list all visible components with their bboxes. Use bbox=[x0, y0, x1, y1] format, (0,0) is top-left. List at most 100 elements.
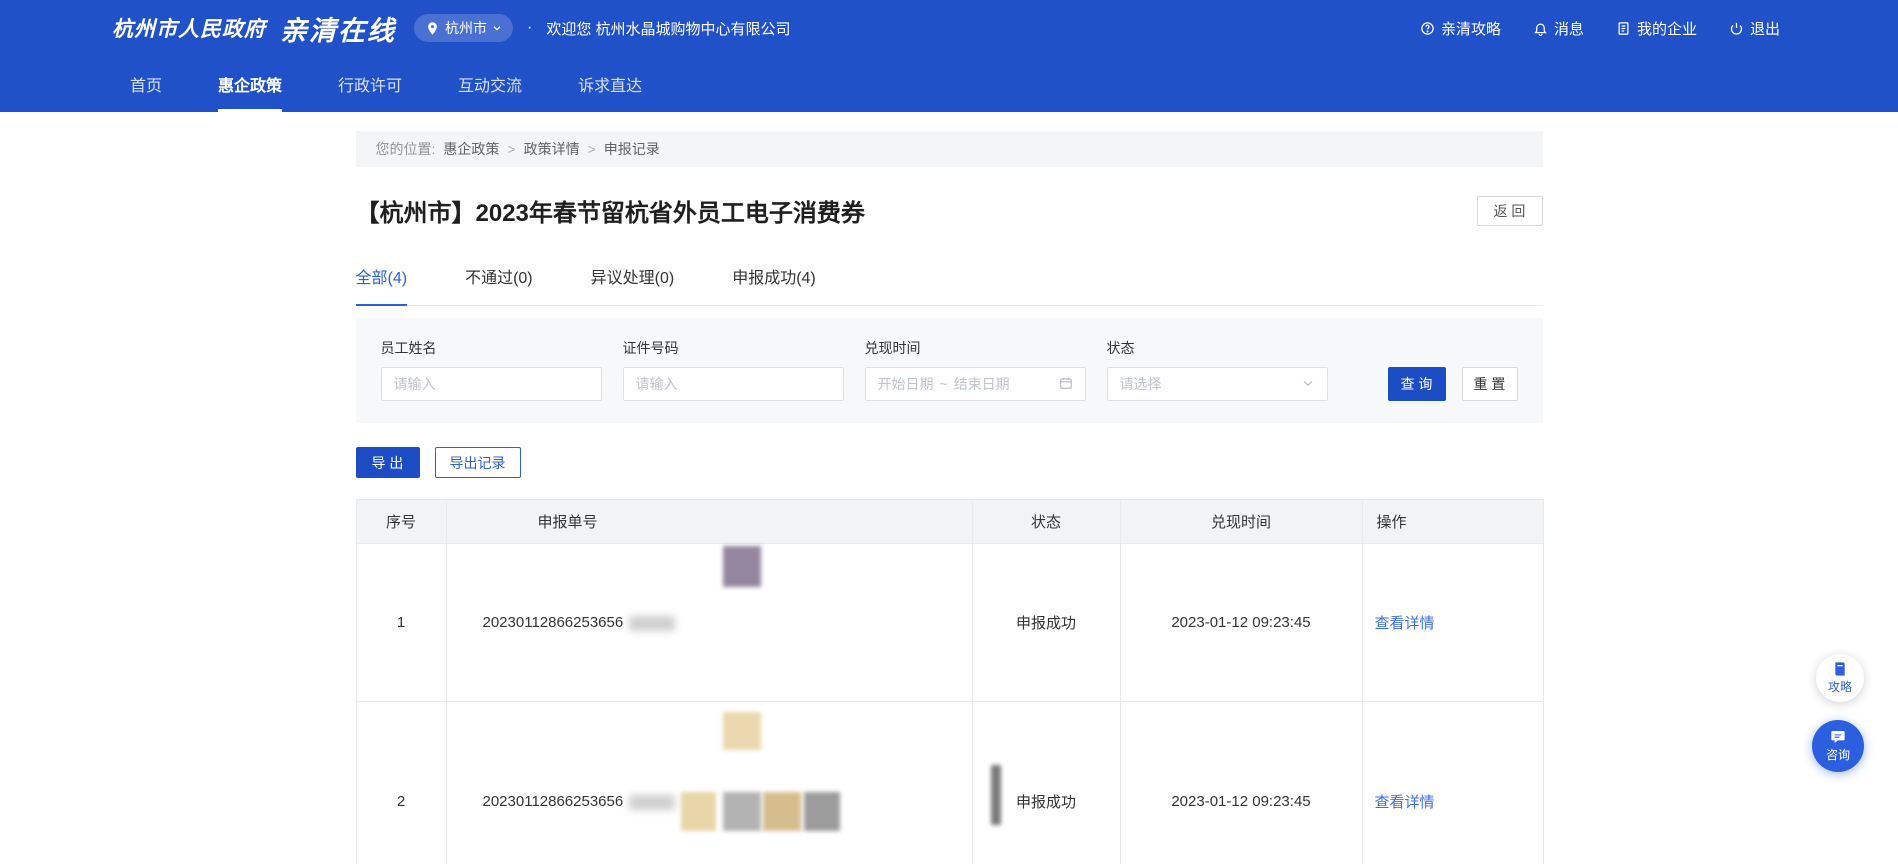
view-detail-link[interactable]: 查看详情 bbox=[1375, 794, 1435, 811]
cell-order-no: 20230112866253656 bbox=[446, 544, 972, 702]
nav-item-policies[interactable]: 惠企政策 bbox=[218, 56, 282, 112]
order-number: 20230112866253656 bbox=[483, 614, 624, 631]
breadcrumb-item-policy-detail[interactable]: 政策详情 bbox=[524, 139, 580, 159]
cell-status: 申报成功 bbox=[972, 544, 1120, 702]
company-name: 杭州水晶城购物中心有限公司 bbox=[596, 21, 791, 38]
status-label: 状态 bbox=[1107, 338, 1328, 358]
cell-order-no: 20230112866253656 bbox=[446, 702, 972, 864]
guide-link[interactable]: 亲清攻略 bbox=[1420, 18, 1501, 39]
tab-success[interactable]: 申报成功(4) bbox=[732, 268, 816, 306]
column-header-order-no: 申报单号 bbox=[446, 500, 972, 544]
guide-link-label: 亲清攻略 bbox=[1441, 18, 1501, 39]
redaction-blur bbox=[681, 792, 716, 831]
column-header-action: 操作 bbox=[1362, 500, 1543, 544]
redaction-blur bbox=[629, 795, 675, 810]
status-text: 申报成功 bbox=[1016, 794, 1076, 811]
location-selector[interactable]: 杭州市 bbox=[414, 14, 513, 42]
chevron-down-icon bbox=[492, 23, 502, 33]
breadcrumb-item-declaration-records: 申报记录 bbox=[604, 139, 660, 159]
messages-link-label: 消息 bbox=[1554, 18, 1584, 39]
status-select-placeholder: 请选择 bbox=[1120, 374, 1162, 394]
cell-seq: 1 bbox=[356, 544, 446, 702]
column-header-seq: 序号 bbox=[356, 500, 446, 544]
welcome-prefix: 欢迎您 bbox=[546, 21, 591, 38]
filter-panel: 员工姓名 证件号码 兑现时间 开始日期 ~ 结束日期 状态 请选择 bbox=[356, 318, 1543, 423]
employee-name-input[interactable] bbox=[381, 367, 602, 401]
separator-dot: · bbox=[527, 19, 532, 37]
records-table: 序号 申报单号 状态 兑现时间 操作 1 20230112866253656 申… bbox=[356, 499, 1544, 864]
floating-guide-button[interactable]: 攻略 bbox=[1816, 654, 1864, 702]
reset-button[interactable]: 重 置 bbox=[1462, 367, 1518, 401]
column-header-status: 状态 bbox=[972, 500, 1120, 544]
date-range-separator: ~ bbox=[940, 376, 948, 392]
cell-time: 2023-01-12 09:23:45 bbox=[1120, 544, 1362, 702]
floating-consult-button[interactable]: 咨询 bbox=[1812, 720, 1864, 772]
status-filter: 状态 请选择 bbox=[1107, 338, 1328, 401]
breadcrumb: 您的位置: 惠企政策 > 政策详情 > 申报记录 bbox=[356, 131, 1543, 167]
header-menu: 亲清攻略 消息 我的企业 退出 bbox=[1420, 18, 1780, 39]
table-row: 2 20230112866253656 申报成功 2023-01-12 09:2… bbox=[356, 702, 1543, 864]
my-enterprise-link-label: 我的企业 bbox=[1637, 18, 1697, 39]
status-select[interactable]: 请选择 bbox=[1107, 367, 1328, 401]
tab-dispute[interactable]: 异议处理(0) bbox=[591, 268, 675, 306]
power-icon bbox=[1729, 21, 1744, 36]
breadcrumb-separator: > bbox=[588, 141, 596, 157]
breadcrumb-prefix: 您的位置: bbox=[376, 139, 436, 159]
cell-time: 2023-01-12 09:23:45 bbox=[1120, 702, 1362, 864]
floating-guide-label: 攻略 bbox=[1828, 678, 1852, 695]
calendar-icon bbox=[1059, 376, 1073, 393]
redeem-time-filter: 兑现时间 开始日期 ~ 结束日期 bbox=[865, 338, 1086, 401]
back-button[interactable]: 返 回 bbox=[1477, 196, 1543, 226]
export-records-button[interactable]: 导出记录 bbox=[435, 447, 521, 478]
table-header-row: 序号 申报单号 状态 兑现时间 操作 bbox=[356, 500, 1543, 544]
chevron-down-icon bbox=[1301, 376, 1315, 393]
status-tabs: 全部(4) 不通过(0) 异议处理(0) 申报成功(4) bbox=[356, 268, 1543, 306]
start-date-placeholder: 开始日期 bbox=[878, 374, 934, 394]
nav-item-home[interactable]: 首页 bbox=[130, 56, 162, 112]
employee-name-filter: 员工姓名 bbox=[381, 338, 602, 401]
enterprise-icon bbox=[1616, 21, 1631, 36]
guide-book-icon bbox=[1832, 661, 1848, 677]
tab-rejected[interactable]: 不通过(0) bbox=[465, 268, 533, 306]
redaction-blur bbox=[991, 765, 1001, 825]
logout-link-label: 退出 bbox=[1750, 18, 1780, 39]
breadcrumb-separator: > bbox=[507, 141, 515, 157]
main-nav: 首页 惠企政策 行政许可 互动交流 诉求直达 bbox=[0, 56, 1898, 112]
table-row: 1 20230112866253656 申报成功 2023-01-12 09:2… bbox=[356, 544, 1543, 702]
redaction-blur bbox=[763, 792, 801, 831]
cell-action: 查看详情 bbox=[1362, 702, 1543, 864]
top-header: 杭州市人民政府 亲清在线 杭州市 · 欢迎您 杭州水晶城购物中心有限公司 亲清攻… bbox=[0, 0, 1898, 56]
redaction-blur bbox=[723, 712, 761, 750]
id-number-label: 证件号码 bbox=[623, 338, 844, 358]
id-number-filter: 证件号码 bbox=[623, 338, 844, 401]
id-number-input[interactable] bbox=[623, 367, 844, 401]
government-logo: 杭州市人民政府 bbox=[112, 13, 266, 43]
nav-item-appeals[interactable]: 诉求直达 bbox=[578, 56, 642, 112]
order-number: 20230112866253656 bbox=[483, 793, 624, 810]
map-pin-icon bbox=[425, 21, 440, 36]
export-button[interactable]: 导 出 bbox=[356, 447, 420, 478]
tab-all[interactable]: 全部(4) bbox=[356, 268, 408, 306]
export-toolbar: 导 出 导出记录 bbox=[356, 447, 1543, 478]
view-detail-link[interactable]: 查看详情 bbox=[1375, 615, 1435, 632]
end-date-placeholder: 结束日期 bbox=[954, 374, 1010, 394]
redaction-blur bbox=[804, 792, 840, 831]
question-circle-icon bbox=[1420, 21, 1435, 36]
redaction-blur bbox=[723, 546, 761, 587]
search-button[interactable]: 查 询 bbox=[1388, 367, 1446, 401]
messages-link[interactable]: 消息 bbox=[1533, 18, 1584, 39]
cell-action: 查看详情 bbox=[1362, 544, 1543, 702]
redeem-time-label: 兑现时间 bbox=[865, 338, 1086, 358]
breadcrumb-item-policies[interactable]: 惠企政策 bbox=[443, 139, 499, 159]
date-range-picker[interactable]: 开始日期 ~ 结束日期 bbox=[865, 367, 1086, 401]
employee-name-label: 员工姓名 bbox=[381, 338, 602, 358]
qinqing-online-logo: 亲清在线 bbox=[280, 9, 396, 48]
nav-item-licensing[interactable]: 行政许可 bbox=[338, 56, 402, 112]
my-enterprise-link[interactable]: 我的企业 bbox=[1616, 18, 1697, 39]
redaction-blur bbox=[629, 616, 675, 631]
page-title: 【杭州市】2023年春节留杭省外员工电子消费券 bbox=[356, 193, 865, 228]
filter-buttons: 查 询 重 置 bbox=[1388, 367, 1518, 401]
cell-seq: 2 bbox=[356, 702, 446, 864]
nav-item-interaction[interactable]: 互动交流 bbox=[458, 56, 522, 112]
logout-link[interactable]: 退出 bbox=[1729, 18, 1780, 39]
